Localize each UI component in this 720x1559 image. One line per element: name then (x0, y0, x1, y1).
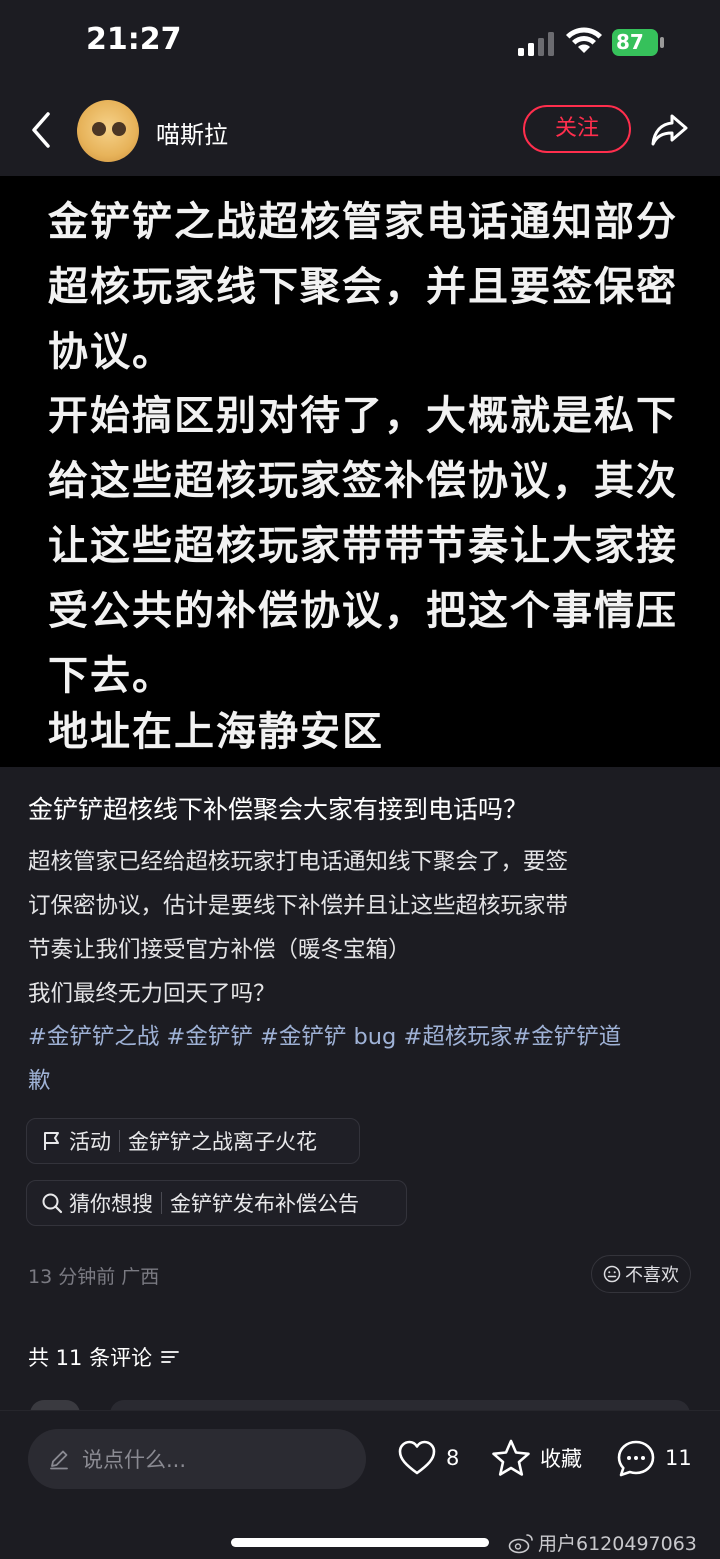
dislike-button[interactable]: 不喜欢 (591, 1255, 691, 1293)
comments-header[interactable]: 共 11 条评论 (28, 1342, 180, 1372)
like-count: 8 (446, 1446, 460, 1470)
comment-button[interactable]: 11 (615, 1433, 692, 1483)
comment-bubble-icon (617, 1440, 655, 1477)
activity-chip[interactable]: 活动 金铲铲之战离子火花 (26, 1118, 360, 1164)
watermark: 用户6120497063 (508, 1529, 697, 1556)
flag-icon (44, 1132, 59, 1150)
cellular-signal-icon (518, 32, 554, 56)
bottom-action-bar: 说点什么... 8 收藏 11 用户6120497063 (0, 1410, 720, 1559)
suggested-search-chip[interactable]: 猜你想搜 金铲铲发布补偿公告 (26, 1180, 407, 1226)
post-image[interactable]: 金铲铲之战超核管家电话通知部分超核玩家线下聚会，并且要签保密协议。 开始搞区别对… (0, 176, 720, 767)
post-body-line: 我们最终无力回天了吗？ (28, 981, 276, 1007)
watermark-text: 用户6120497063 (538, 1533, 697, 1555)
follow-button[interactable]: 关注 (523, 105, 631, 153)
activity-value: 金铲铲之战离子火花 (128, 1130, 317, 1154)
post-header: 喵斯拉 关注 (0, 88, 720, 176)
dislike-label: 不喜欢 (625, 1265, 679, 1286)
like-button[interactable]: 8 (396, 1433, 459, 1483)
sort-icon (161, 1351, 179, 1363)
hashtag-line[interactable]: #金铲铲之战 #金铲铲 #金铲铲 bug #超核玩家#金铲铲道 (28, 1015, 698, 1059)
heart-icon (398, 1440, 436, 1475)
status-bar: 21:27 87 (0, 0, 720, 88)
comment-input-placeholder: 说点什么... (82, 1448, 187, 1472)
author-name[interactable]: 喵斯拉 (156, 115, 228, 150)
comments-count: 共 11 条评论 (28, 1346, 153, 1370)
post-body: 超核管家已经给超核玩家打电话通知线下聚会了，要签 订保密协议，估计是要线下补偿并… (28, 840, 698, 1016)
hashtag-line[interactable]: 歉 (28, 1059, 698, 1103)
collect-button[interactable]: 收藏 (490, 1433, 582, 1483)
wifi-icon (566, 27, 602, 53)
activity-label: 活动 (69, 1130, 111, 1154)
hero-paragraph: 地址在上海静安区 (48, 709, 384, 755)
comment-count: 11 (665, 1446, 692, 1470)
collect-label: 收藏 (540, 1447, 582, 1471)
hero-paragraph: 开始搞区别对待了，大概就是私下给这些超核玩家签补偿协议，其次让这些超核玩家带带节… (48, 393, 678, 699)
post-title: 金铲铲超核线下补偿聚会大家有接到电话吗？ (28, 795, 529, 824)
search-label: 猜你想搜 (69, 1192, 153, 1216)
post-body-line: 节奏让我们接受官方补偿（暖冬宝箱） (28, 937, 411, 963)
search-value: 金铲铲发布补偿公告 (170, 1192, 359, 1216)
status-time: 21:27 (86, 22, 182, 57)
author-avatar[interactable] (77, 100, 139, 162)
hashtag-list: #金铲铲之战 #金铲铲 #金铲铲 bug #超核玩家#金铲铲道 歉 (28, 1015, 698, 1103)
star-icon (492, 1439, 530, 1476)
post-meta: 13 分钟前 广西 (28, 1266, 160, 1288)
weibo-logo-icon (508, 1533, 533, 1553)
battery-level: 87 (616, 30, 644, 54)
search-icon (42, 1193, 63, 1214)
post-body-line: 订保密协议，估计是要线下补偿并且让这些超核玩家带 (28, 893, 569, 919)
battery-icon: 87 (612, 29, 664, 56)
neutral-face-icon (603, 1265, 621, 1283)
post-body-line: 超核管家已经给超核玩家打电话通知线下聚会了，要签 (28, 849, 569, 875)
pencil-icon (50, 1450, 68, 1470)
comment-input[interactable]: 说点什么... (28, 1429, 366, 1489)
home-indicator[interactable] (231, 1538, 489, 1547)
back-arrow-icon[interactable] (26, 110, 56, 150)
share-icon[interactable] (650, 110, 690, 150)
hero-paragraph: 金铲铲之战超核管家电话通知部分超核玩家线下聚会，并且要签保密协议。 (48, 199, 678, 375)
